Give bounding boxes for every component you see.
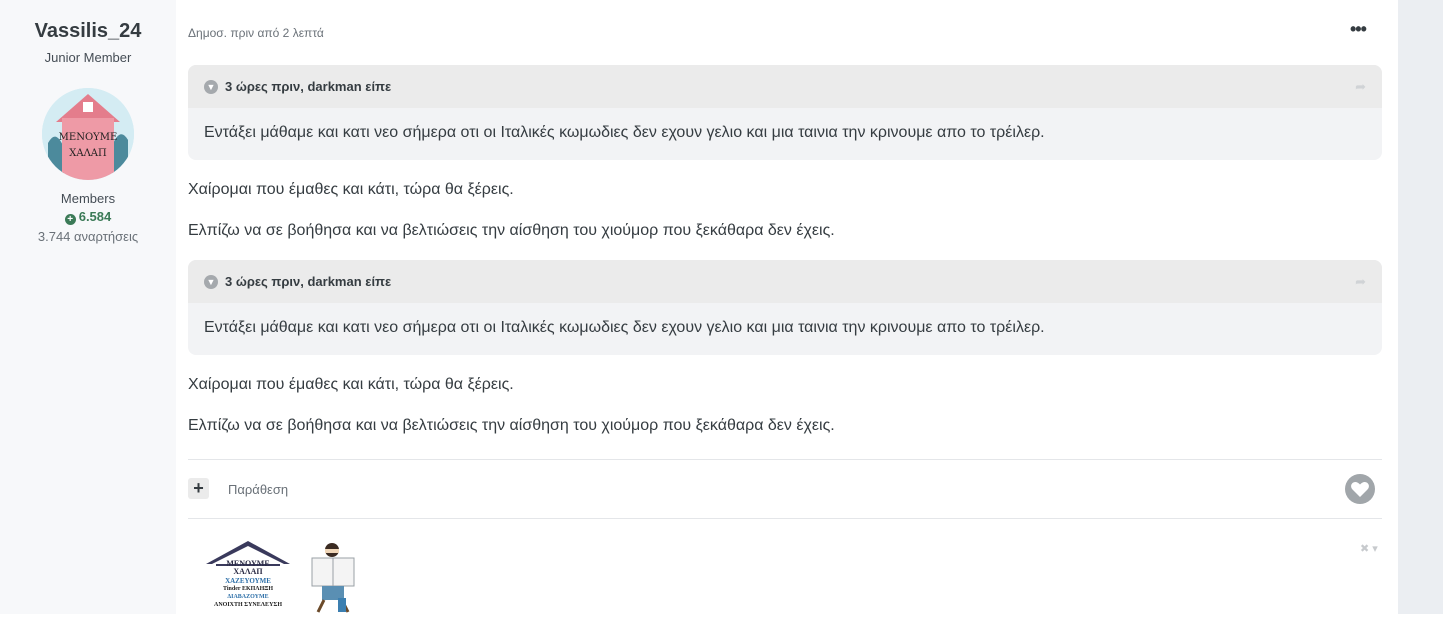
signature-line: ΧΑΛΑΠ (233, 567, 263, 576)
reputation-value: 6.584 (78, 209, 112, 224)
author-group: Members (60, 191, 116, 206)
quote-header[interactable]: ▼ 3 ώρες πριν, darkman είπε ➦ (188, 260, 1382, 303)
signature-line: ΧΑΖΕΥΟΥΜΕ (225, 577, 271, 585)
author-post-count: 3.744 αναρτήσεις (37, 229, 139, 244)
multiquote-button[interactable]: + (188, 478, 209, 499)
signature-line: ΔΙΑΒΑΖΟΥΜΕ (227, 594, 269, 600)
divider (188, 518, 1382, 519)
avatar-text-line-1: ΜΕΝΟΥΜΕ (59, 132, 118, 143)
post-paragraph: Χαίρομαι που έμαθες και κάτι, τώρα θα ξέ… (188, 376, 514, 393)
post-paragraph: Ελπίζω να σε βοήθησα και να βελτιώσεις τ… (188, 222, 835, 239)
plus-circle-icon: + (64, 214, 76, 225)
post-paragraph: Ελπίζω να σε βοήθησα και να βελτιώσεις τ… (188, 417, 835, 434)
avatar[interactable]: ΜΕΝΟΥΜΕ ΧΑΛΑΠ (42, 88, 134, 180)
quote-block: ▼ 3 ώρες πριν, darkman είπε ➦ Εντάξει μά… (188, 65, 1382, 160)
ellipsis-icon[interactable]: ••• (1350, 20, 1374, 40)
share-arrow-icon[interactable]: ➦ (1355, 79, 1366, 95)
heart-icon (1351, 482, 1369, 497)
page-gutter (1398, 0, 1443, 614)
quote-text: Εντάξει μάθαμε και κατι νεο σήμερα οτι ο… (204, 319, 1045, 336)
divider (188, 459, 1382, 460)
quote-button[interactable]: Παράθεση (228, 482, 288, 497)
close-icon[interactable]: ✖ ▾ (1360, 542, 1378, 555)
chevron-down-icon[interactable]: ▼ (204, 80, 218, 94)
signature-line: Tinder ΕΚΠΛΗΞΗ (223, 586, 273, 592)
author-rank: Junior Member (44, 50, 132, 65)
avatar-text-line-2: ΧΑΛΑΠ (69, 148, 107, 159)
post-date[interactable]: Δημοσ. πριν από 2 λεπτά (188, 26, 324, 40)
post-paragraph: Χαίρομαι που έμαθες και κάτι, τώρα θα ξέ… (188, 181, 514, 198)
signature-line: ΑΝΟΙΧΤΗ ΣΥΝΕΛΕΥΣΗ (214, 602, 282, 608)
avatar-image: ΜΕΝΟΥΜΕ ΧΑΛΑΠ (42, 88, 134, 180)
quote-text: Εντάξει μάθαμε και κατι νεο σήμερα οτι ο… (204, 124, 1045, 141)
share-arrow-icon[interactable]: ➦ (1355, 274, 1366, 290)
quote-header[interactable]: ▼ 3 ώρες πριν, darkman είπε ➦ (188, 65, 1382, 108)
quote-citation: 3 ώρες πριν, darkman είπε (225, 79, 392, 94)
author-name[interactable]: Vassilis_24 (0, 20, 176, 43)
reputation-badge: +6.584 (0, 209, 176, 225)
quote-citation: 3 ώρες πριν, darkman είπε (225, 274, 392, 289)
author-panel: Vassilis_24 Junior Member ΜΕΝΟΥΜΕ ΧΑΛΑΠ … (0, 0, 176, 614)
quote-block: ▼ 3 ώρες πριν, darkman είπε ➦ Εντάξει μά… (188, 260, 1382, 355)
chevron-down-icon[interactable]: ▼ (204, 275, 218, 289)
signature-reader-image (304, 540, 364, 614)
like-button[interactable] (1345, 474, 1375, 504)
